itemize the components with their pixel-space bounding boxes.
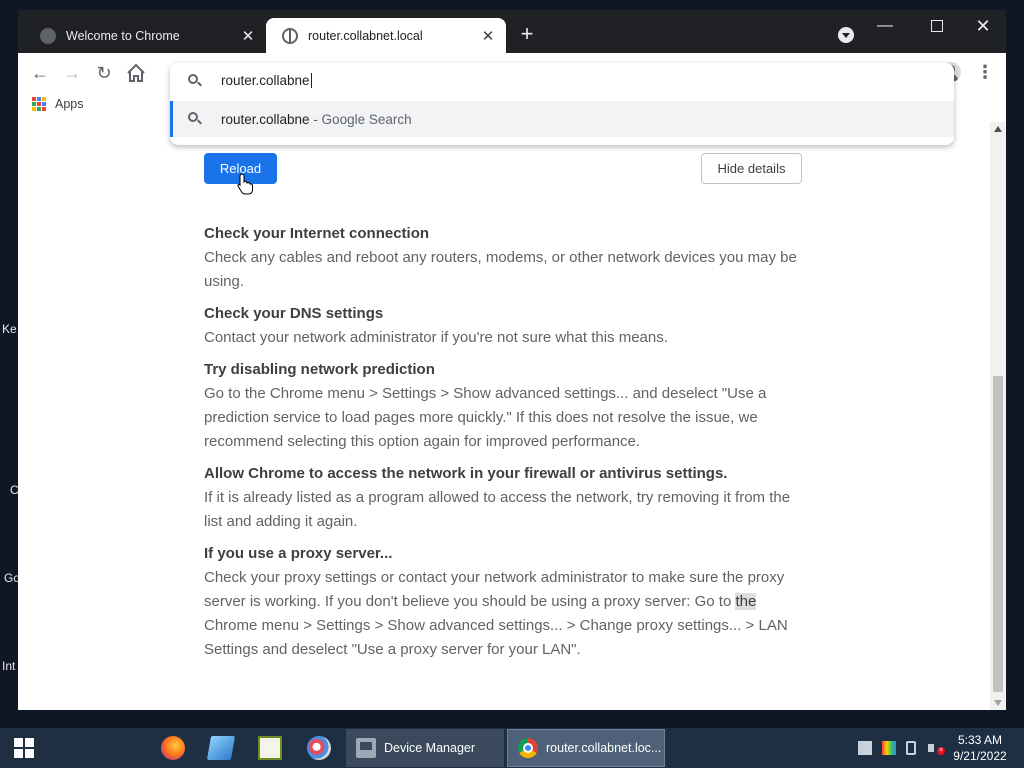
close-icon[interactable]: ✕ xyxy=(478,27,498,45)
suggestion-internet: Check your Internet connection Check any… xyxy=(204,222,804,294)
new-tab-button[interactable]: + xyxy=(516,23,538,45)
taskbar: Device Manager router.collabnet.loc... ×… xyxy=(0,728,1024,768)
tab-title: Welcome to Chrome xyxy=(66,28,180,43)
scroll-up-arrow-icon[interactable] xyxy=(994,126,1002,132)
tab-strip: Welcome to Chrome ✕ router.collabnet.loc… xyxy=(18,10,1006,53)
apps-grid-dot xyxy=(42,97,46,101)
address-typed-text: router.collabne xyxy=(221,73,310,88)
address-bar[interactable]: router.collabne xyxy=(170,63,954,99)
suggestion-dns: Check your DNS settings Contact your net… xyxy=(204,302,804,350)
suggestion-suffix: - Google Search xyxy=(309,112,412,127)
minimize-button[interactable]: — xyxy=(865,14,905,38)
back-button[interactable]: ← xyxy=(29,62,51,84)
error-page-content: Reload Hide details Check your Internet … xyxy=(18,122,990,710)
network-icon[interactable] xyxy=(858,741,872,755)
notepad-icon[interactable] xyxy=(206,736,236,760)
hide-details-button[interactable]: Hide details xyxy=(701,153,802,184)
apps-grid-dot xyxy=(42,102,46,106)
suggestion-firewall: Allow Chrome to access the network in yo… xyxy=(204,462,804,534)
globe-icon xyxy=(40,27,56,44)
suggestion-text: Contact your network administrator if yo… xyxy=(204,329,668,346)
suggestion-title: If you use a proxy server... xyxy=(204,545,393,562)
clock-date: 9/21/2022 xyxy=(953,749,1007,763)
task-label: router.collabnet.loc... xyxy=(546,741,662,755)
maximize-button[interactable] xyxy=(917,14,957,38)
firefox-icon[interactable] xyxy=(161,736,185,760)
apps-grid-dot xyxy=(42,107,46,111)
paint-icon[interactable] xyxy=(307,736,331,760)
chart-app-icon[interactable] xyxy=(258,736,282,760)
apps-grid-dot xyxy=(32,97,36,101)
address-input[interactable]: router.collabne xyxy=(221,73,312,88)
suggestion-proxy: If you use a proxy server... Check your … xyxy=(204,542,804,662)
apps-shortcut[interactable]: Apps xyxy=(32,97,84,111)
chrome-menu-button[interactable]: ⋮ xyxy=(975,62,995,82)
close-window-button[interactable]: ✕ xyxy=(963,14,1003,38)
apps-grid-icon xyxy=(32,97,46,111)
desktop-icon-label[interactable]: Ke xyxy=(2,322,17,336)
chrome-icon xyxy=(518,738,538,758)
suggestion-text: Check your proxy settings or contact you… xyxy=(204,566,804,662)
apps-grid-dot xyxy=(32,102,36,106)
hand-cursor-icon xyxy=(237,173,253,195)
proxy-text-after: Chrome menu > Settings > Show advanced s… xyxy=(204,617,788,658)
suggestion-text: If it is already listed as a program all… xyxy=(204,489,791,530)
chrome-window: Welcome to Chrome ✕ router.collabnet.loc… xyxy=(18,10,1006,710)
proxy-text-before: Check your proxy settings or contact you… xyxy=(204,569,785,610)
suggestion-query: router.collabne xyxy=(221,112,310,127)
scrollbar-thumb[interactable] xyxy=(993,376,1003,692)
omnibox-suggestion[interactable]: router.collabne - Google Search xyxy=(170,101,954,137)
home-button[interactable] xyxy=(125,62,147,84)
search-icon xyxy=(188,74,198,84)
system-clock[interactable]: 5:33 AM 9/21/2022 xyxy=(944,732,1016,764)
suggestion-network-prediction: Try disabling network prediction Go to t… xyxy=(204,358,804,454)
volume-muted-icon[interactable]: × xyxy=(928,741,945,755)
speaker-shape xyxy=(928,744,934,752)
globe-icon xyxy=(282,27,298,44)
usb-icon[interactable] xyxy=(906,741,916,755)
tab-title: router.collabnet.local xyxy=(308,28,423,43)
apps-label: Apps xyxy=(55,97,84,111)
clock-time: 5:33 AM xyxy=(957,733,1003,747)
troubleshooting-suggestions: Check your Internet connection Check any… xyxy=(204,222,804,670)
suggestion-title: Check your DNS settings xyxy=(204,305,384,322)
apps-grid-dot xyxy=(32,107,36,111)
suggestion-title: Allow Chrome to access the network in yo… xyxy=(204,465,728,482)
scroll-down-arrow-icon[interactable] xyxy=(994,700,1002,706)
page-scrollbar[interactable] xyxy=(990,122,1006,710)
suggestion-title: Try disabling network prediction xyxy=(204,361,435,378)
home-icon xyxy=(127,63,145,82)
tab-search-icon[interactable] xyxy=(838,27,854,43)
suggestion-title: Check your Internet connection xyxy=(204,225,430,242)
maximize-icon xyxy=(931,19,943,32)
omnibox-dropdown: router.collabne router.collabne - Google… xyxy=(170,63,954,145)
selected-text-highlight: the xyxy=(735,593,757,610)
taskbar-device-manager[interactable]: Device Manager xyxy=(346,729,504,767)
forward-button[interactable]: → xyxy=(61,62,83,84)
text-caret xyxy=(310,73,312,88)
task-label: Device Manager xyxy=(384,741,476,755)
taskbar-chrome[interactable]: router.collabnet.loc... xyxy=(507,729,665,767)
tab-router-collabnet[interactable]: router.collabnet.local ✕ xyxy=(266,18,506,53)
tab-welcome-to-chrome[interactable]: Welcome to Chrome ✕ xyxy=(24,18,266,53)
color-icon[interactable] xyxy=(882,741,896,755)
close-icon[interactable]: ✕ xyxy=(238,27,258,45)
suggestion-text: Go to the Chrome menu > Settings > Show … xyxy=(204,385,767,450)
reload-icon[interactable]: ↻ xyxy=(93,62,115,84)
suggestion-text: Check any cables and reboot any routers,… xyxy=(204,249,797,290)
apps-grid-dot xyxy=(37,102,41,106)
apps-grid-dot xyxy=(37,97,41,101)
suggestion-label: router.collabne - Google Search xyxy=(221,112,412,127)
apps-grid-dot xyxy=(37,107,41,111)
device-manager-icon xyxy=(356,738,376,758)
search-icon xyxy=(188,112,198,122)
windows-start-button[interactable] xyxy=(14,738,34,758)
desktop-icon-label[interactable]: Int xyxy=(2,659,15,673)
